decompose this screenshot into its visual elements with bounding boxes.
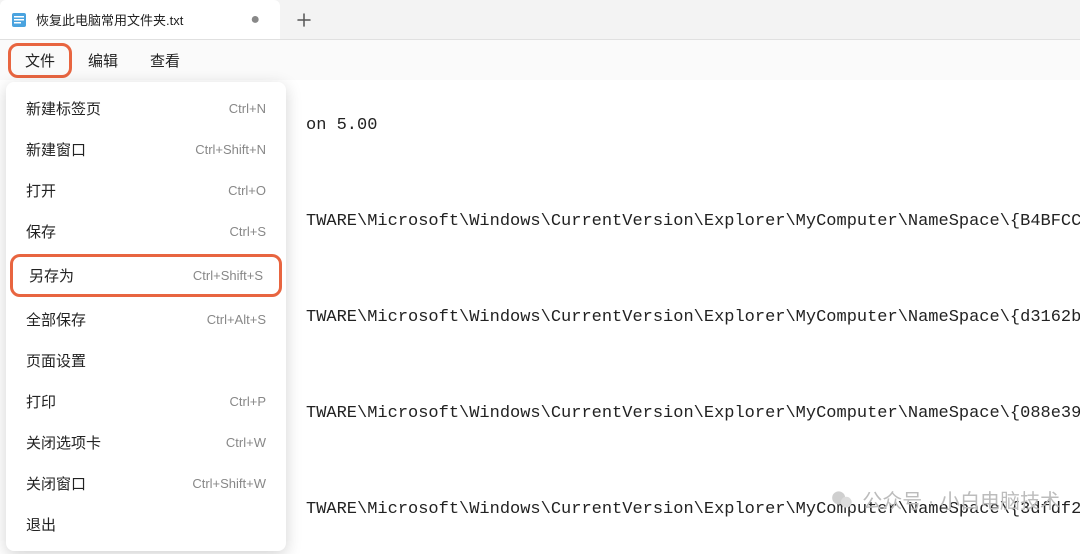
menu-view[interactable]: 查看 <box>134 44 196 77</box>
menu-item-label: 页面设置 <box>26 350 86 371</box>
menu-file[interactable]: 文件 <box>8 43 72 78</box>
menu-bar: 文件 编辑 查看 <box>0 40 1080 80</box>
wechat-icon <box>830 487 856 513</box>
content-line: TWARE\Microsoft\Windows\CurrentVersion\E… <box>306 390 1080 438</box>
menu-print[interactable]: 打印 Ctrl+P <box>6 381 286 422</box>
menu-item-shortcut: Ctrl+O <box>228 183 266 198</box>
menu-save-all[interactable]: 全部保存 Ctrl+Alt+S <box>6 299 286 340</box>
menu-save-as[interactable]: 另存为 Ctrl+Shift+S <box>10 254 282 297</box>
file-menu-dropdown: 新建标签页 Ctrl+N 新建窗口 Ctrl+Shift+N 打开 Ctrl+O… <box>6 82 286 551</box>
menu-close-window[interactable]: 关闭窗口 Ctrl+Shift+W <box>6 463 286 504</box>
tab-bar: 恢复此电脑常用文件夹.txt ● <box>0 0 1080 40</box>
menu-item-label: 全部保存 <box>26 309 86 330</box>
menu-save[interactable]: 保存 Ctrl+S <box>6 211 286 252</box>
content-line: TWARE\Microsoft\Windows\CurrentVersion\E… <box>306 198 1080 246</box>
content-line: on 5.00 <box>306 102 377 150</box>
menu-item-shortcut: Ctrl+Alt+S <box>207 312 266 327</box>
watermark-text: 公众号 · 小白电脑技术 <box>862 485 1060 514</box>
menu-new-window[interactable]: 新建窗口 Ctrl+Shift+N <box>6 129 286 170</box>
menu-item-label: 打印 <box>26 391 56 412</box>
menu-item-shortcut: Ctrl+W <box>226 435 266 450</box>
content-line: TWARE\Microsoft\Windows\CurrentVersion\E… <box>306 294 1080 342</box>
menu-item-label: 保存 <box>26 221 56 242</box>
menu-item-label: 新建窗口 <box>26 139 86 160</box>
dirty-indicator-icon: ● <box>246 11 264 29</box>
menu-close-tab[interactable]: 关闭选项卡 Ctrl+W <box>6 422 286 463</box>
menu-item-shortcut: Ctrl+S <box>230 224 266 239</box>
tab-active[interactable]: 恢复此电脑常用文件夹.txt ● <box>0 0 280 39</box>
menu-item-label: 关闭窗口 <box>26 473 86 494</box>
menu-exit[interactable]: 退出 <box>6 504 286 545</box>
menu-item-label: 关闭选项卡 <box>26 432 101 453</box>
menu-edit[interactable]: 编辑 <box>72 44 134 77</box>
menu-item-label: 退出 <box>26 514 56 535</box>
menu-item-label: 另存为 <box>29 265 74 286</box>
menu-item-shortcut: Ctrl+Shift+S <box>193 268 263 283</box>
menu-page-setup[interactable]: 页面设置 <box>6 340 286 381</box>
menu-item-shortcut: Ctrl+N <box>229 101 266 116</box>
tab-title: 恢复此电脑常用文件夹.txt <box>36 10 238 29</box>
notepad-icon <box>10 11 28 29</box>
menu-item-shortcut: Ctrl+P <box>230 394 266 409</box>
menu-new-tab[interactable]: 新建标签页 Ctrl+N <box>6 88 286 129</box>
menu-open[interactable]: 打开 Ctrl+O <box>6 170 286 211</box>
menu-item-label: 打开 <box>26 180 56 201</box>
menu-item-shortcut: Ctrl+Shift+N <box>195 142 266 157</box>
menu-item-shortcut: Ctrl+Shift+W <box>192 476 266 491</box>
watermark: 公众号 · 小白电脑技术 <box>830 485 1060 514</box>
menu-item-label: 新建标签页 <box>26 98 101 119</box>
new-tab-button[interactable] <box>288 4 320 36</box>
